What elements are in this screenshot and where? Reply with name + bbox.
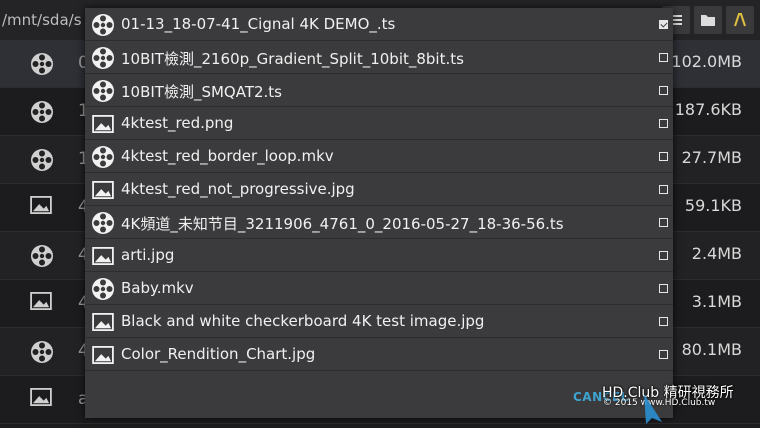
select-checkbox[interactable] [659,20,668,29]
select-checkbox[interactable] [659,350,668,359]
file-name: 4ktest_red_not_progressive.jpg [121,180,355,198]
file-name: arti.jpg [121,246,175,264]
file-size: 187.6KB [674,100,742,119]
film-reel-icon [30,148,54,176]
select-checkbox[interactable] [659,185,668,194]
file-name: Black and white checkerboard 4K test ima… [121,312,485,330]
film-reel-icon [91,46,115,70]
file-size: 27.7MB [681,148,742,167]
file-name: 4K頻道_未知节目_3211906_4761_0_2016-05-27_18-3… [121,215,564,233]
film-reel-icon [30,244,54,272]
film-reel-icon [91,277,115,301]
select-checkbox[interactable] [659,53,668,62]
file-name: 01-13_18-07-41_Cignal 4K DEMO_.ts [121,15,396,33]
file-select-item[interactable]: 4ktest_red_border_loop.mkv [85,140,673,173]
select-checkbox[interactable] [659,152,668,161]
select-checkbox[interactable] [659,218,668,227]
file-size: 2.4MB [691,244,742,263]
select-checkbox[interactable] [659,251,668,260]
file-name: 10BIT檢測_2160p_Gradient_Split_10bit_8bit.… [121,50,464,68]
file-select-item[interactable]: 4K頻道_未知节目_3211906_4761_0_2016-05-27_18-3… [85,206,673,239]
file-select-dialog: 01-13_18-07-41_Cignal 4K DEMO_.ts 10BIT檢… [85,8,673,418]
image-file-icon [91,244,115,268]
film-reel-icon [91,79,115,103]
file-name: Baby.mkv [121,279,194,297]
current-path: /mnt/sda/s [2,11,82,29]
folder-button[interactable] [694,6,722,34]
file-name: 4ktest_red.png [121,114,234,132]
image-file-icon [91,310,115,334]
file-select-item[interactable]: 10BIT檢測_SMQAT2.ts [85,74,673,107]
folder-icon [701,15,715,26]
select-checkbox[interactable] [659,119,668,128]
toolbar [662,6,754,34]
file-select-item[interactable]: arti.jpg [85,239,673,272]
file-name: 4ktest_red_border_loop.mkv [121,147,334,165]
file-select-item[interactable]: 10BIT檢測_2160p_Gradient_Split_10bit_8bit.… [85,41,673,74]
film-reel-icon [91,13,115,37]
sort-button[interactable] [726,6,754,34]
file-select-item[interactable]: 4ktest_red.png [85,107,673,140]
image-file-icon [30,196,52,218]
watermark-logo [644,394,662,424]
file-select-item[interactable]: 01-13_18-07-41_Cignal 4K DEMO_.ts [85,8,673,41]
film-reel-icon [30,100,54,128]
image-file-icon [91,178,115,202]
file-size: 59.1KB [684,196,742,215]
sort-az-icon [734,13,746,27]
film-reel-icon [30,340,54,368]
file-name: Color_Rendition_Chart.jpg [121,345,316,363]
film-reel-icon [91,145,115,169]
file-select-item[interactable]: Black and white checkerboard 4K test ima… [85,305,673,338]
image-file-icon [91,112,115,136]
film-reel-icon [30,52,54,80]
file-size: 80.1MB [681,340,742,359]
film-reel-icon [91,211,115,235]
file-select-item[interactable]: Baby.mkv [85,272,673,305]
file-name: 10BIT檢測_SMQAT2.ts [121,83,283,101]
select-checkbox[interactable] [659,284,668,293]
image-file-icon [30,388,52,410]
image-file-icon [91,343,115,367]
file-size: 3.1MB [691,292,742,311]
file-select-item[interactable]: Color_Rendition_Chart.jpg [85,338,673,371]
file-select-item[interactable]: 4ktest_red_not_progressive.jpg [85,173,673,206]
select-checkbox[interactable] [659,86,668,95]
image-file-icon [30,292,52,314]
select-checkbox[interactable] [659,317,668,326]
file-size: 102.0MB [671,52,742,71]
